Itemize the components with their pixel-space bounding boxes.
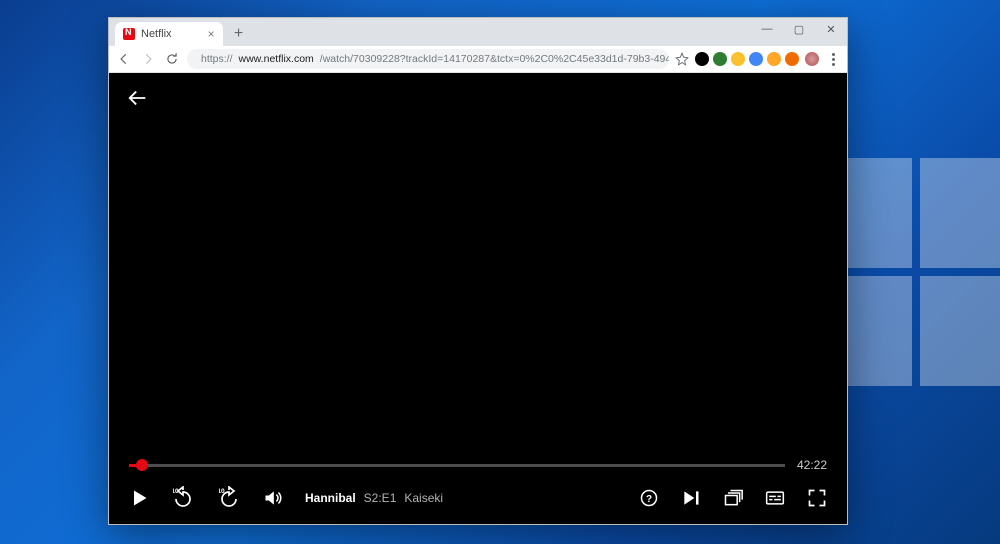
maximize-button[interactable]: ▢ <box>783 18 815 40</box>
address-bar[interactable]: https:// www.netflix.com/watch/70309228?t… <box>187 49 669 69</box>
svg-text:10: 10 <box>173 488 179 495</box>
browser-window: Netflix × + ― ▢ ✕ https:// www.netflix.co… <box>108 17 848 525</box>
profile-avatar[interactable] <box>805 52 819 66</box>
help-button[interactable]: ? <box>639 488 659 508</box>
subtitles-button[interactable] <box>765 488 785 508</box>
volume-button[interactable] <box>263 488 283 508</box>
fullscreen-button[interactable] <box>807 488 827 508</box>
remaining-time: 42:22 <box>797 458 827 472</box>
play-button[interactable] <box>129 488 149 508</box>
nav-back-button[interactable] <box>115 50 133 68</box>
extension-icon[interactable] <box>767 52 781 66</box>
chrome-menu-button[interactable] <box>825 53 841 66</box>
tab-title: Netflix <box>141 28 172 40</box>
episode-code: S2:E1 <box>364 491 397 505</box>
url-path: /watch/70309228?trackId=14170287&tctx=0%… <box>320 53 669 65</box>
svg-text:?: ? <box>646 494 652 505</box>
nav-forward-button[interactable] <box>139 50 157 68</box>
new-tab-button[interactable]: + <box>229 24 249 44</box>
minimize-button[interactable]: ― <box>751 18 783 40</box>
player-back-button[interactable] <box>127 87 149 114</box>
star-bookmark-icon[interactable] <box>675 52 689 66</box>
seek-track[interactable] <box>129 464 785 467</box>
extension-icon[interactable] <box>749 52 763 66</box>
close-tab-icon[interactable]: × <box>208 27 215 41</box>
close-window-button[interactable]: ✕ <box>815 18 847 40</box>
video-player: 42:22 10 10 Hannibal <box>109 73 847 524</box>
seek-row: 42:22 <box>129 458 827 472</box>
button-row: 10 10 Hannibal S2:E1 Kaiseki ? <box>129 486 827 510</box>
netflix-favicon-icon <box>123 28 135 40</box>
player-controls: 42:22 10 10 Hannibal <box>109 458 847 524</box>
seek-knob[interactable] <box>136 459 148 471</box>
window-controls: ― ▢ ✕ <box>751 18 847 40</box>
skip-forward-10-button[interactable]: 10 <box>217 486 241 510</box>
extension-icon[interactable] <box>695 52 709 66</box>
episodes-button[interactable] <box>723 488 743 508</box>
nav-reload-button[interactable] <box>163 50 181 68</box>
svg-text:10: 10 <box>219 488 225 495</box>
extension-icons <box>695 52 799 66</box>
browser-tab[interactable]: Netflix × <box>115 22 223 46</box>
show-name: Hannibal <box>305 491 356 505</box>
now-playing-title: Hannibal S2:E1 Kaiseki <box>305 491 443 505</box>
next-episode-button[interactable] <box>681 488 701 508</box>
episode-title: Kaiseki <box>404 491 443 505</box>
url-scheme: https:// <box>201 53 233 65</box>
url-host: www.netflix.com <box>239 53 314 65</box>
extension-icon[interactable] <box>785 52 799 66</box>
extension-icon[interactable] <box>713 52 727 66</box>
tab-bar: Netflix × + ― ▢ ✕ <box>109 18 847 46</box>
address-bar-row: https:// www.netflix.com/watch/70309228?t… <box>109 46 847 73</box>
skip-back-10-button[interactable]: 10 <box>171 486 195 510</box>
extension-icon[interactable] <box>731 52 745 66</box>
